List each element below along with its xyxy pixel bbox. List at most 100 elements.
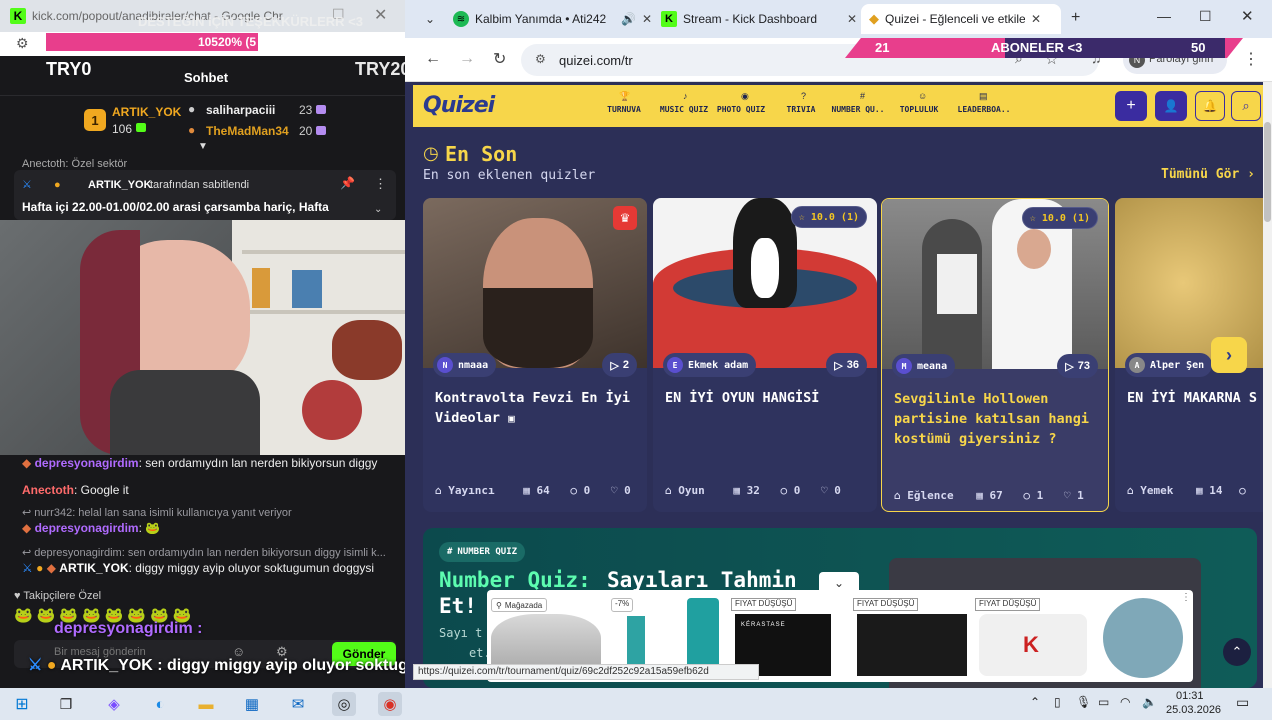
address-text[interactable]: quizei.com/tr <box>559 53 633 68</box>
expand-chevron-icon[interactable]: ⌄ <box>374 204 382 215</box>
site-logo[interactable]: Quizei <box>423 93 495 118</box>
close-icon[interactable]: ✕ <box>1241 7 1254 25</box>
chat-username[interactable]: depresyonagirdim <box>35 521 139 535</box>
nav-community[interactable]: TOPLULUK <box>888 105 950 114</box>
maximize-icon[interactable]: ☐ <box>1199 8 1212 25</box>
chat-username[interactable]: depresyonagirdim <box>35 456 139 470</box>
collapse-chevron-icon[interactable]: ▼ <box>198 141 208 152</box>
browser-menu-icon[interactable]: ⋮ <box>1243 49 1259 69</box>
music-icon: ♪ <box>683 91 688 101</box>
tab-kick-dashboard[interactable]: K Stream - Kick Dashboard ✕ <box>661 6 861 32</box>
promo-badge: # NUMBER QUIZ <box>439 542 526 562</box>
top-gifter-name[interactable]: ARTIK_YOK <box>112 105 181 119</box>
chat-username[interactable]: Anectoth <box>22 483 74 497</box>
copilot-icon[interactable]: ◈ <box>102 692 126 716</box>
nav-number-quiz[interactable]: NUMBER QU.. <box>827 105 889 114</box>
scrollbar[interactable] <box>1263 82 1272 688</box>
heart-icon: ♡ <box>610 484 618 497</box>
create-quiz-button[interactable]: + <box>1115 91 1147 121</box>
pin-icon[interactable]: 📌 <box>340 176 355 190</box>
minimize-icon[interactable]: — <box>1157 8 1171 24</box>
ad-options-icon[interactable]: ⋮ <box>1181 592 1191 603</box>
tab-close-icon[interactable]: ✕ <box>847 12 857 26</box>
right-amount: TRY20000 <box>355 59 405 79</box>
bell-icon: 🔔 <box>1202 99 1218 113</box>
quiz-card[interactable]: ☆ 10.0 (1) Mmeana ▷ 73 Sevgilinle Hollowe… <box>881 198 1109 512</box>
tab-spotify[interactable]: ≋ Kalbim Yanımda • Ati242 🔊 ✕ <box>453 6 653 32</box>
audio-icon[interactable]: 🔊 <box>621 12 636 26</box>
author-name: nmaaa <box>458 359 489 371</box>
more-options-icon[interactable]: ⋮ <box>374 176 387 192</box>
nav-trivia[interactable]: TRIVIA <box>770 105 832 114</box>
author-pill[interactable]: A Alper Şen <box>1125 353 1213 377</box>
rank-badge: 1 <box>84 109 106 131</box>
author-pill[interactable]: Mmeana <box>892 354 956 378</box>
play-icon: ▷ <box>1065 360 1074 373</box>
user-button[interactable]: 👤 <box>1155 91 1187 121</box>
third-gifter-name[interactable]: TheMadMan34 <box>206 124 289 138</box>
chevron-up-icon: ⌃ <box>1231 644 1243 659</box>
carousel-next-button[interactable]: › <box>1211 337 1247 373</box>
wifi-icon[interactable]: ◠ <box>1120 695 1130 709</box>
quiz-card[interactable]: ☆ 10.0 (1) E Ekmek adam ▷ 36 EN İYİ OYUN H… <box>653 198 877 512</box>
search-button[interactable]: ⌕ <box>1231 91 1261 121</box>
pinned-message[interactable]: ⚔ ● ARTIK_YOK tarafından sabitlendi 📌 ⋮ … <box>14 170 396 220</box>
overlay-username: depresyonagirdim : <box>54 620 203 637</box>
notification-center-icon[interactable]: ▭ <box>1236 694 1249 711</box>
task-view-icon[interactable]: ❐ <box>54 692 78 716</box>
left-amount: TRY0 <box>46 59 92 79</box>
second-gifter-name[interactable]: saliharpaciii <box>206 103 275 117</box>
close-icon[interactable]: ✕ <box>374 5 387 25</box>
tab-close-icon[interactable]: ✕ <box>1031 12 1041 26</box>
tab-quizei[interactable]: ◆ Quizei - Eğlenceli ve etkileş ✕ <box>861 4 1061 34</box>
see-all-link[interactable]: Tümünü Gör › <box>1161 167 1255 182</box>
battery-icon[interactable]: ▭ <box>1098 695 1109 709</box>
product-image <box>857 614 967 676</box>
site-info-icon[interactable]: ⚙ <box>535 52 546 66</box>
chat-username[interactable]: ARTIK_YOK <box>59 561 128 575</box>
webcam-overlay <box>0 220 405 455</box>
new-tab-icon[interactable]: + <box>1071 9 1080 27</box>
questions-icon: ▦ <box>1196 484 1203 497</box>
notifications-button[interactable]: 🔔 <box>1195 91 1225 121</box>
obs-icon[interactable]: ◎ <box>332 692 356 716</box>
scrollbar-thumb[interactable] <box>1264 122 1271 222</box>
overlay-bottom-message: ⚔ ● ARTIK_YOK : diggy miggy ayip oluyor … <box>28 655 405 675</box>
file-explorer-icon[interactable]: ▬ <box>194 692 218 716</box>
tab-search-icon[interactable]: ⌄ <box>419 8 441 30</box>
outlook-icon[interactable]: ✉ <box>286 692 310 716</box>
quiz-meta: ⌂ Eğlence ▦ 67 ○ 1 ♡ 1 <box>894 489 1104 502</box>
heart-icon: ♡ <box>821 484 828 497</box>
nav-tournament[interactable]: TURNUVA <box>593 105 655 114</box>
quiz-card[interactable]: ☆ 10 AAlper Şen EN İYİ MAKARNA S ⌂ Yemek… <box>1115 198 1272 512</box>
store-icon[interactable]: ▦ <box>240 692 264 716</box>
microphone-icon[interactable]: 🎙 <box>1076 695 1091 709</box>
reload-icon[interactable]: ↻ <box>493 49 506 69</box>
author-avatar: E <box>667 357 683 373</box>
quiz-card[interactable]: ♛ Nnmaaa ▷ 2 Kontravolta Fevzi En İyi Vid… <box>423 198 647 512</box>
author-pill[interactable]: Nnmaaa <box>433 353 497 377</box>
subs-target: 50 <box>1191 40 1206 55</box>
volume-icon[interactable]: 🔈 <box>1142 695 1157 709</box>
site-settings-icon[interactable]: ⚙ <box>16 35 29 52</box>
chat-popout-window: K kick.com/popout/anadibiraler/chat - Go… <box>0 0 405 688</box>
clock-time[interactable]: 01:31 <box>1176 690 1204 702</box>
nav-music-quiz[interactable]: MUSIC QUIZ <box>653 105 715 114</box>
gift-icon <box>316 105 326 114</box>
author-pill[interactable]: E Ekmek adam <box>663 353 757 377</box>
scroll-top-button[interactable]: ⌃ <box>1223 638 1251 666</box>
back-icon[interactable]: ← <box>425 50 441 68</box>
tab-close-icon[interactable]: ✕ <box>642 12 652 26</box>
plays-count: 2 <box>622 359 629 371</box>
nav-photo-quiz[interactable]: PHOTO QUIZ <box>710 105 772 114</box>
chrome-icon[interactable]: ◉ <box>378 692 402 716</box>
forward-icon[interactable]: → <box>459 50 475 68</box>
nav-leaderboard[interactable]: LEADERBOA.. <box>946 105 1022 114</box>
tray-chevron-icon[interactable]: ⌃ <box>1030 695 1040 709</box>
category-label: Oyun <box>678 484 705 497</box>
windows-start-icon[interactable]: ⊞ <box>10 692 34 716</box>
comment-icon: ○ <box>570 484 577 497</box>
clock-date[interactable]: 25.03.2026 <box>1166 704 1221 716</box>
edge-icon[interactable]: ◐ <box>148 692 172 716</box>
tray-app-icon[interactable]: ▯ <box>1054 695 1061 709</box>
